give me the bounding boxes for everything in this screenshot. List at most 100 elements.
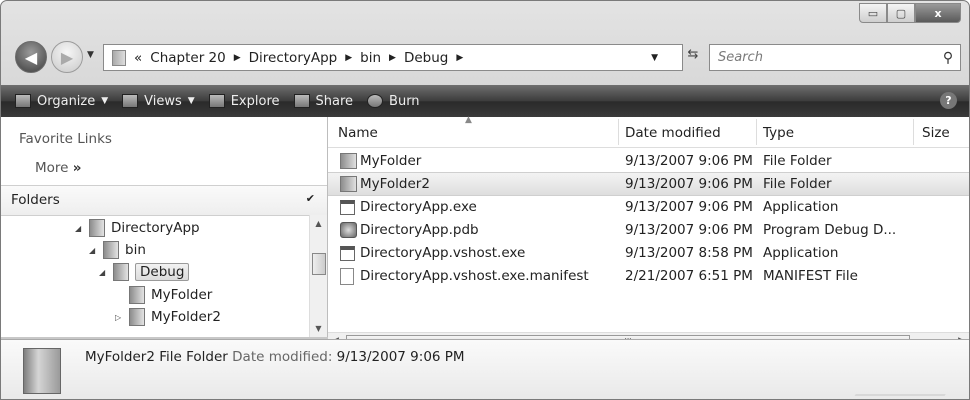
folder-icon [129,308,145,326]
refresh-icon: ⇆ [687,47,699,62]
breadcrumb-separator[interactable]: ▶ [389,53,396,63]
file-type: File Folder [763,176,832,192]
tree-vertical-scrollbar[interactable]: ▲ ▼ [309,215,327,337]
share-button[interactable]: Share [293,94,353,109]
views-icon [122,94,139,108]
column-divider[interactable] [913,119,914,145]
file-row-vshost-manifest[interactable]: DirectoryApp.vshost.exe.manifest 2/21/20… [328,265,969,287]
refresh-button[interactable]: ⇆ [683,47,703,67]
breadcrumb-debug[interactable]: Debug [404,50,448,66]
file-name: MyFolder [360,153,422,169]
breadcrumb-directoryapp[interactable]: DirectoryApp [249,50,338,66]
pdb-file-icon [340,222,357,238]
minimize-button[interactable]: ▭ [859,3,887,23]
breadcrumb-separator[interactable]: ▶ [456,53,463,63]
file-row-directoryapp-exe[interactable]: DirectoryApp.exe 9/13/2007 9:06 PM Appli… [328,196,969,218]
organize-button[interactable]: Organize ▼ [15,94,108,109]
close-button[interactable]: x [915,3,961,23]
file-date: 9/13/2007 9:06 PM [625,176,753,192]
tree-item-bin[interactable]: ◢ bin [89,239,146,261]
column-header-type[interactable]: Type [763,125,794,141]
details-date-value: 9/13/2007 9:06 PM [336,349,465,365]
column-header-date-modified[interactable]: Date modified [625,125,721,141]
scroll-down-arrow-icon[interactable]: ▼ [310,324,327,333]
explore-label: Explore [230,93,280,109]
tree-item-label: Debug [135,263,190,281]
tree-item-debug[interactable]: ◢ Debug [99,261,190,283]
more-links[interactable]: More » [35,160,82,176]
forward-button[interactable]: ▶ [51,41,83,73]
search-icon[interactable]: ⚲ [936,50,960,66]
decorative-swoosh [854,346,969,396]
folder-icon [340,176,357,192]
breadcrumb-overflow[interactable]: « [134,50,142,66]
folder-icon [112,49,126,66]
scroll-thumb[interactable] [312,253,326,275]
expand-twisty-icon[interactable]: ◢ [99,268,111,277]
file-type: Application [763,199,839,215]
folder-icon [340,153,357,169]
file-icon [340,267,354,285]
burn-label: Burn [389,93,420,109]
file-type: File Folder [763,153,832,169]
organize-label: Organize [37,93,96,109]
tree-item-label: bin [125,242,146,258]
file-row-myfolder2[interactable]: MyFolder2 9/13/2007 9:06 PM File Folder [328,172,969,196]
views-label: Views [144,93,182,109]
forward-arrow-icon: ▶ [60,47,74,67]
file-row-vshost-exe[interactable]: DirectoryApp.vshost.exe 9/13/2007 8:58 P… [328,242,969,264]
maximize-button[interactable]: ▢ [887,3,915,23]
expand-twisty-icon[interactable]: ◢ [89,246,101,255]
folder-icon [113,263,129,281]
details-item-type: File Folder [159,349,228,365]
file-date: 2/21/2007 6:51 PM [625,268,753,284]
application-icon [340,199,355,215]
file-name: DirectoryApp.vshost.exe.manifest [360,268,589,284]
column-header-name[interactable]: Name [338,125,378,141]
scroll-up-arrow-icon[interactable]: ▲ [310,219,327,228]
recent-pages-dropdown[interactable]: ▼ [87,50,94,60]
breadcrumb: « Chapter 20 ▶ DirectoryApp ▶ bin ▶ Debu… [134,50,471,66]
breadcrumb-chapter20[interactable]: Chapter 20 [150,50,225,66]
chevron-down-icon: ✔ [305,192,315,205]
address-row: ◀ ▶ ▼ « Chapter 20 ▶ DirectoryApp ▶ bin … [1,37,969,77]
address-bar[interactable]: « Chapter 20 ▶ DirectoryApp ▶ bin ▶ Debu… [103,44,683,71]
tree-item-myfolder2[interactable]: ▷ MyFolder2 [115,306,221,328]
back-arrow-icon: ◀ [24,47,38,67]
application-icon [340,245,355,261]
file-date: 9/13/2007 9:06 PM [625,222,753,238]
column-divider[interactable] [618,119,619,145]
column-header-row: ▲ Name Date modified Type Size [328,115,969,148]
back-button[interactable]: ◀ [15,41,47,73]
breadcrumb-separator[interactable]: ▶ [234,53,241,63]
caption-buttons: ▭ ▢ x [859,3,961,23]
address-history-dropdown[interactable]: ▼ [651,53,658,63]
burn-button[interactable]: Burn [367,94,420,109]
help-button[interactable]: ? [940,92,957,109]
file-row-myfolder[interactable]: MyFolder 9/13/2007 9:06 PM File Folder [328,150,969,172]
column-divider[interactable] [756,119,757,145]
tree-item-myfolder[interactable]: MyFolder [115,284,212,306]
tree-item-directoryapp[interactable]: ◢ DirectoryApp [75,217,200,239]
column-header-size[interactable]: Size [922,125,950,141]
tree-item-label: DirectoryApp [111,220,200,236]
breadcrumb-bin[interactable]: bin [360,50,381,66]
folder-tree: ◢ DirectoryApp ◢ bin ◢ Debug MyFolder ▷ [1,215,309,337]
navigation-pane: Favorite Links More » Folders ✔ ◢ Direct… [1,117,328,337]
file-date: 9/13/2007 9:06 PM [625,199,753,215]
breadcrumb-separator[interactable]: ▶ [345,53,352,63]
file-type: MANIFEST File [763,268,858,284]
search-input[interactable]: Search [718,50,936,65]
folders-header[interactable]: Folders ✔ [1,185,327,216]
expand-twisty-icon[interactable]: ◢ [75,224,87,233]
expand-twisty-icon[interactable]: ▷ [115,313,127,322]
file-row-directoryapp-pdb[interactable]: DirectoryApp.pdb 9/13/2007 9:06 PM Progr… [328,219,969,241]
views-button[interactable]: Views ▼ [122,94,195,109]
search-box[interactable]: Search ⚲ [709,44,961,71]
command-bar: Organize ▼ Views ▼ Explore Share Burn ? [1,85,969,117]
explore-button[interactable]: Explore [208,93,280,109]
organize-icon [15,94,31,108]
tree-item-label: MyFolder2 [151,309,221,325]
chevron-down-icon: ▼ [187,96,195,106]
double-chevron-icon: » [72,160,82,176]
